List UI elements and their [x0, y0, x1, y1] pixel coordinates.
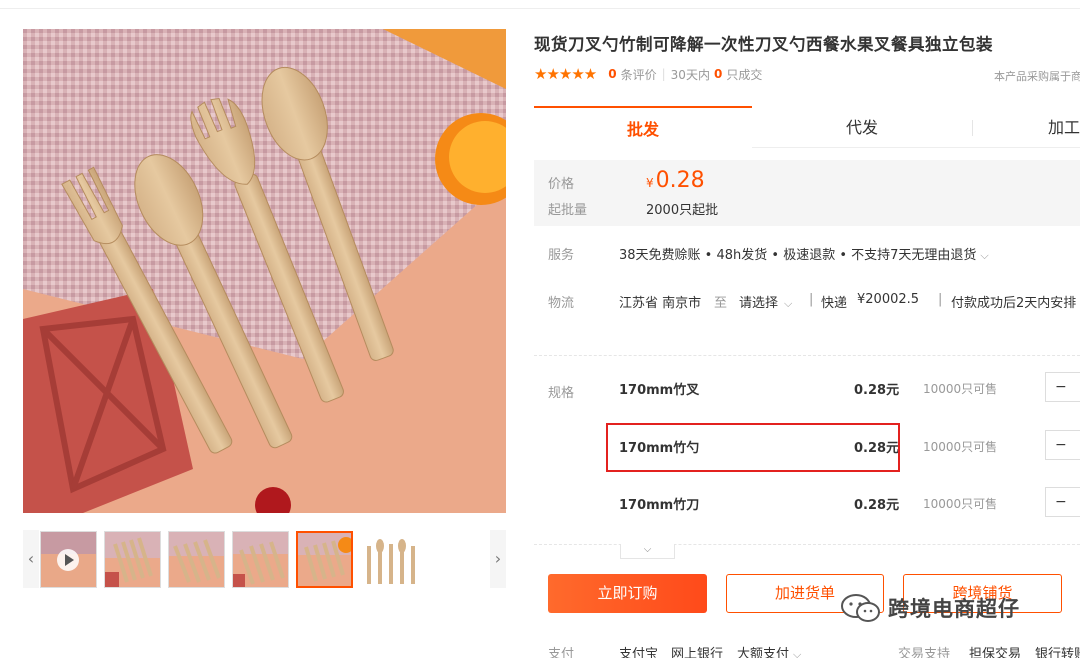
trade-escrow: 担保交易 — [969, 647, 1022, 658]
section-divider — [534, 355, 1080, 356]
main-product-image[interactable] — [23, 29, 506, 513]
spec-price-fork: 0.28元 — [854, 383, 900, 398]
thumb-prev-button[interactable]: ‹ — [23, 530, 39, 588]
purchase-mode-tabs: 批发 代发 加工 — [534, 106, 1080, 148]
trade-bank-transfer: 银行转账 — [1035, 647, 1080, 658]
thumb-next-button[interactable]: › — [490, 530, 506, 588]
thumb-2[interactable] — [104, 531, 161, 588]
review-count[interactable]: 0 — [608, 67, 616, 81]
thumb-4[interactable] — [232, 531, 289, 588]
payment-label: 支付 — [548, 647, 575, 658]
ship-time: 付款成功后2天内安排 — [951, 296, 1077, 311]
payment-alipay: 支付宝 — [619, 647, 659, 658]
logistics-separator-2: | — [938, 292, 943, 307]
chevron-down-icon: ⌵ — [793, 648, 802, 658]
quantity-decrement-spoon[interactable]: − — [1045, 430, 1080, 460]
highlight-box — [606, 423, 900, 472]
spec-stock-knife: 10000只可售 — [923, 497, 998, 511]
top-divider — [0, 8, 1080, 9]
ship-to-word: 至 — [714, 296, 728, 311]
service-label: 服务 — [548, 248, 575, 263]
sales-label: 只成交 — [726, 67, 763, 82]
chevron-down-icon: ⌵ — [980, 249, 989, 262]
min-order-label: 起批量 — [548, 203, 588, 218]
wechat-icon — [841, 594, 880, 622]
section-divider-2 — [534, 544, 1080, 545]
currency-symbol: ¥ — [646, 176, 654, 190]
watermark: 跨境电商超仔 — [840, 592, 1020, 624]
tab-divider — [972, 120, 973, 136]
service-terms[interactable]: 38天免费赊账 • 48h发货 • 极速退款 • 不支持7天无理由退货 ⌵ — [619, 244, 989, 263]
express-label: 快递 — [821, 296, 848, 311]
star-rating-icon: ★★★★★ — [534, 65, 597, 83]
spec-label: 规格 — [548, 386, 575, 401]
chevron-down-icon: ⌵ — [784, 297, 793, 310]
spec-name-fork: 170mm竹叉 — [619, 383, 700, 398]
price-box: 价格 ¥0.28 起批量 2000只起批 — [534, 160, 1080, 226]
thumb-3[interactable] — [168, 531, 225, 588]
price-value: 0.28 — [655, 168, 705, 193]
spec-stock-fork: 10000只可售 — [923, 382, 998, 396]
purchase-note: 本产品采购属于商 — [994, 70, 1080, 83]
bamboo-cutlery-photo — [23, 29, 506, 513]
logistics-separator: | — [809, 292, 814, 307]
trade-support-label: 交易支持 — [898, 647, 951, 658]
thumb-6[interactable] — [360, 531, 417, 588]
watermark-text: 跨境电商超仔 — [888, 597, 1020, 621]
sales-count: 0 — [713, 67, 723, 81]
buy-now-button[interactable]: 立即订购 — [548, 574, 707, 613]
min-order-value: 2000只起批 — [646, 203, 719, 218]
quantity-decrement-fork[interactable]: − — [1045, 372, 1080, 402]
expand-specs-chevron-icon[interactable]: ⌵ — [620, 544, 675, 559]
tab-processing[interactable]: 加工 — [1004, 106, 1080, 148]
thumb-video[interactable] — [40, 531, 97, 588]
spec-name-knife: 170mm竹刀 — [619, 498, 700, 513]
payment-large[interactable]: 大额支付 ⌵ — [737, 643, 801, 658]
price-label: 价格 — [548, 177, 575, 192]
spec-stock-spoon: 10000只可售 — [923, 440, 998, 454]
logistics-label: 物流 — [548, 296, 575, 311]
thumb-5-selected[interactable] — [296, 531, 353, 588]
spec-price-knife: 0.28元 — [854, 498, 900, 513]
quantity-decrement-knife[interactable]: − — [1045, 487, 1080, 517]
product-title: 现货刀叉勺竹制可降解一次性刀叉勺西餐水果叉餐具独立包装 — [534, 35, 993, 54]
tab-dropship[interactable]: 代发 — [752, 106, 972, 148]
service-text: 38天免费赊账 • 48h发货 • 极速退款 • 不支持7天无理由退货 — [619, 248, 977, 263]
shipping-fee: ¥20002.5 — [857, 292, 920, 307]
unit-price: ¥0.28 — [646, 168, 705, 193]
ship-to-select[interactable]: 请选择 ⌵ — [739, 292, 792, 311]
ship-from: 江苏省 南京市 — [619, 296, 702, 311]
rating-separator: | — [661, 67, 666, 81]
payment-online-bank: 网上银行 — [671, 647, 724, 658]
tab-wholesale[interactable]: 批发 — [534, 106, 752, 148]
sales-period: 30天内 — [670, 67, 710, 82]
rating-row: ★★★★★ 0 条评价 | 30天内 0 只成交 — [534, 64, 762, 84]
review-label[interactable]: 条评价 — [621, 66, 657, 83]
